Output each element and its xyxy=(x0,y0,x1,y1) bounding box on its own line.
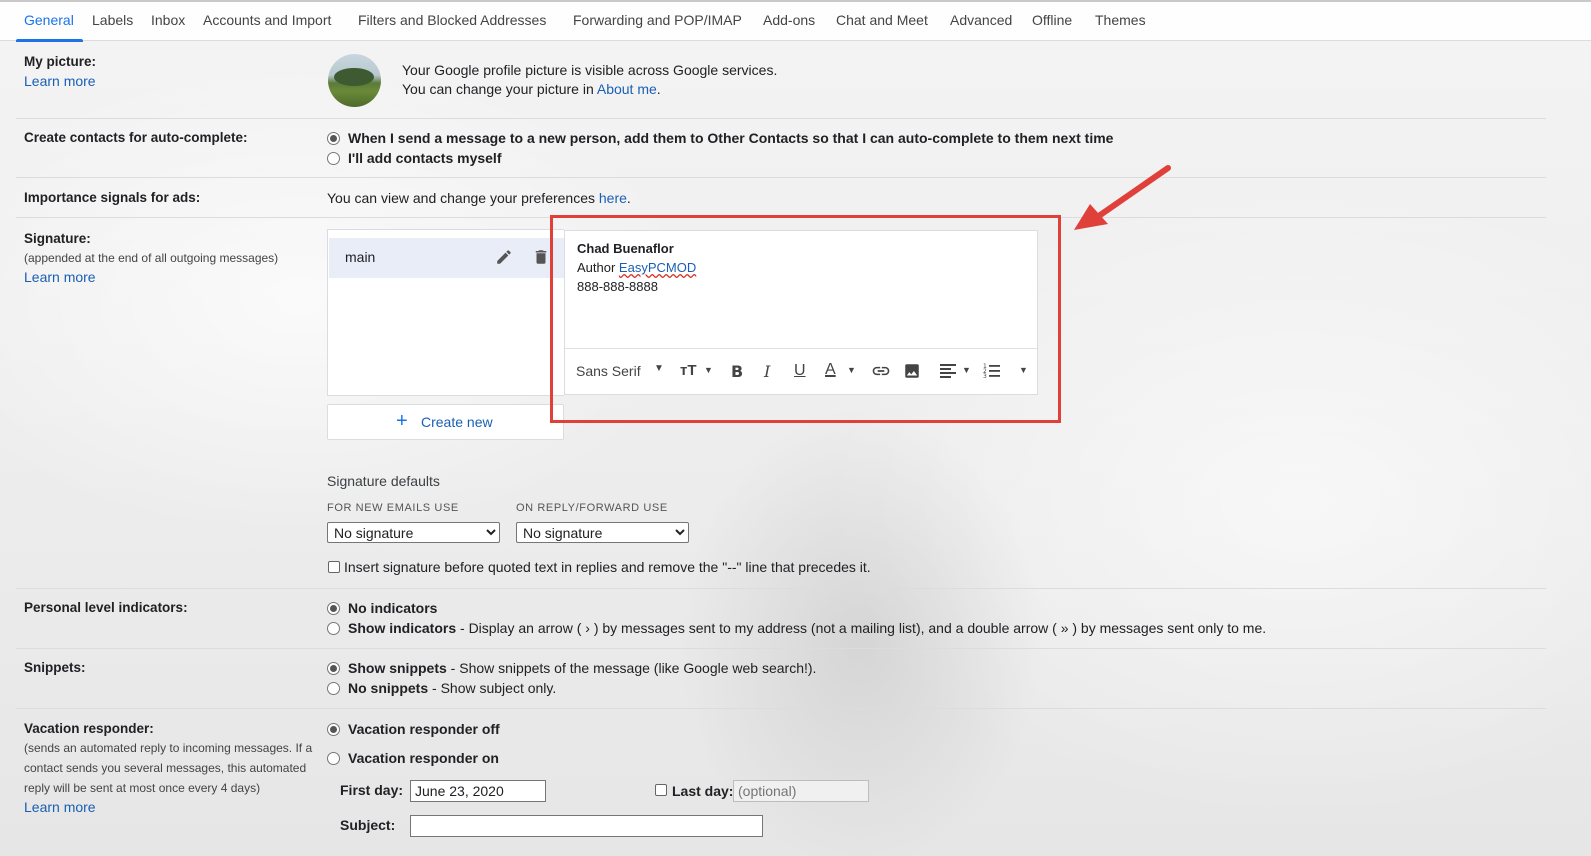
ads-text-suffix: . xyxy=(626,190,631,206)
settings-tabs: General Labels Inbox Accounts and Import… xyxy=(0,0,1591,42)
divider xyxy=(16,588,1546,589)
tab-filters[interactable]: Filters and Blocked Addresses xyxy=(358,12,546,28)
tab-advanced[interactable]: Advanced xyxy=(950,12,1012,28)
picture-info-suffix: . xyxy=(656,81,661,97)
first-day-label: First day: xyxy=(340,782,404,798)
signature-learn-more-link[interactable]: Learn more xyxy=(24,269,96,285)
show-indicators-title: Show indicators xyxy=(348,620,457,636)
first-day-input[interactable] xyxy=(410,780,546,802)
vacation-learn-more-link[interactable]: Learn more xyxy=(24,799,96,815)
tab-addons[interactable]: Add-ons xyxy=(763,12,815,28)
ads-text-prefix: You can view and change your preferences xyxy=(327,190,599,206)
tab-forwarding[interactable]: Forwarding and POP/IMAP xyxy=(573,12,742,28)
no-snippets-desc: - Show subject only. xyxy=(428,680,557,696)
my-picture-label: My picture: xyxy=(24,54,97,69)
divider xyxy=(16,118,1546,119)
divider xyxy=(16,648,1546,649)
no-snippets-option: No snippets - Show subject only. xyxy=(348,680,556,696)
reply-forward-label: ON REPLY/FORWARD USE xyxy=(516,502,668,514)
vacation-sub-line3: reply will be sent at most once every 4 … xyxy=(24,781,261,795)
no-indicators-option: No indicators xyxy=(348,600,438,616)
tab-themes[interactable]: Themes xyxy=(1095,12,1146,28)
about-me-link[interactable]: About me xyxy=(597,81,657,97)
contacts-manual-option: I'll add contacts myself xyxy=(348,150,502,166)
contacts-manual-radio[interactable] xyxy=(327,152,340,165)
snippets-label: Snippets: xyxy=(24,660,86,675)
tab-labels[interactable]: Labels xyxy=(92,12,133,28)
avatar[interactable] xyxy=(328,54,381,107)
vacation-off-option: Vacation responder off xyxy=(348,721,500,737)
signature-item-main[interactable]: main xyxy=(329,238,564,278)
show-snippets-option: Show snippets - Show snippets of the mes… xyxy=(348,660,816,676)
tab-inbox[interactable]: Inbox xyxy=(151,12,185,28)
signature-list: main xyxy=(327,229,564,396)
vacation-on-radio[interactable] xyxy=(327,752,340,765)
vacation-responder-label: Vacation responder: xyxy=(24,721,154,736)
divider xyxy=(16,708,1546,709)
last-day-input[interactable] xyxy=(733,780,869,802)
signature-item-name: main xyxy=(345,249,376,265)
picture-info-prefix: You can change your picture in xyxy=(402,81,597,97)
insert-before-checkbox[interactable] xyxy=(328,561,340,573)
tab-accounts-import[interactable]: Accounts and Import xyxy=(203,12,331,28)
personal-indicators-label: Personal level indicators: xyxy=(24,600,188,615)
delete-trash-icon[interactable] xyxy=(532,248,550,269)
importance-signals-label: Importance signals for ads: xyxy=(24,190,201,205)
show-indicators-radio[interactable] xyxy=(327,622,340,635)
contacts-auto-option: When I send a message to a new person, a… xyxy=(348,130,1114,146)
tab-offline[interactable]: Offline xyxy=(1032,12,1072,28)
show-indicators-desc: - Display an arrow ( › ) by messages sen… xyxy=(456,620,1267,636)
picture-info-line2: You can change your picture in About me. xyxy=(402,81,661,97)
signature-sublabel: (appended at the end of all outgoing mes… xyxy=(24,251,279,265)
tab-general[interactable]: General xyxy=(24,12,74,28)
plus-icon: + xyxy=(396,410,408,432)
signature-defaults-title: Signature defaults xyxy=(327,473,440,489)
vacation-sub-line1: (sends an automated reply to incoming me… xyxy=(24,741,313,755)
subject-label: Subject: xyxy=(340,817,396,833)
subject-input[interactable] xyxy=(410,815,763,837)
ads-here-link[interactable]: here xyxy=(599,190,627,206)
ads-preferences-text: You can view and change your preferences… xyxy=(327,190,631,206)
new-emails-label: FOR NEW EMAILS USE xyxy=(327,502,459,514)
create-new-label: Create new xyxy=(421,414,493,430)
last-day-checkbox[interactable] xyxy=(655,784,667,796)
vacation-off-radio[interactable] xyxy=(327,723,340,736)
insert-before-label: Insert signature before quoted text in r… xyxy=(344,559,871,575)
last-day-label: Last day: xyxy=(672,783,734,799)
no-snippets-title: No snippets xyxy=(348,680,429,696)
vacation-on-option: Vacation responder on xyxy=(348,750,499,766)
active-tab-indicator xyxy=(16,39,83,42)
show-indicators-option: Show indicators - Display an arrow ( › )… xyxy=(348,620,1266,636)
show-snippets-desc: - Show snippets of the message (like Goo… xyxy=(446,660,817,676)
tab-chat-meet[interactable]: Chat and Meet xyxy=(836,12,928,28)
create-contacts-label: Create contacts for auto-complete: xyxy=(24,130,248,145)
vacation-sub-line2: contact sends you several messages, this… xyxy=(24,761,307,775)
show-snippets-title: Show snippets xyxy=(348,660,447,676)
contacts-auto-radio[interactable] xyxy=(327,132,340,145)
no-indicators-radio[interactable] xyxy=(327,602,340,615)
annotation-arrow-icon xyxy=(1074,165,1171,230)
picture-info-line1: Your Google profile picture is visible a… xyxy=(402,62,778,78)
my-picture-learn-more-link[interactable]: Learn more xyxy=(24,73,96,89)
highlight-box xyxy=(550,215,1061,423)
edit-pencil-icon[interactable] xyxy=(495,248,513,269)
divider xyxy=(16,177,1546,178)
no-snippets-radio[interactable] xyxy=(327,682,340,695)
reply-signature-select[interactable]: No signature xyxy=(516,522,689,543)
create-new-signature-button[interactable]: + Create new xyxy=(327,404,564,440)
show-snippets-radio[interactable] xyxy=(327,662,340,675)
signature-label: Signature: xyxy=(24,231,91,246)
new-emails-signature-select[interactable]: No signature xyxy=(327,522,500,543)
